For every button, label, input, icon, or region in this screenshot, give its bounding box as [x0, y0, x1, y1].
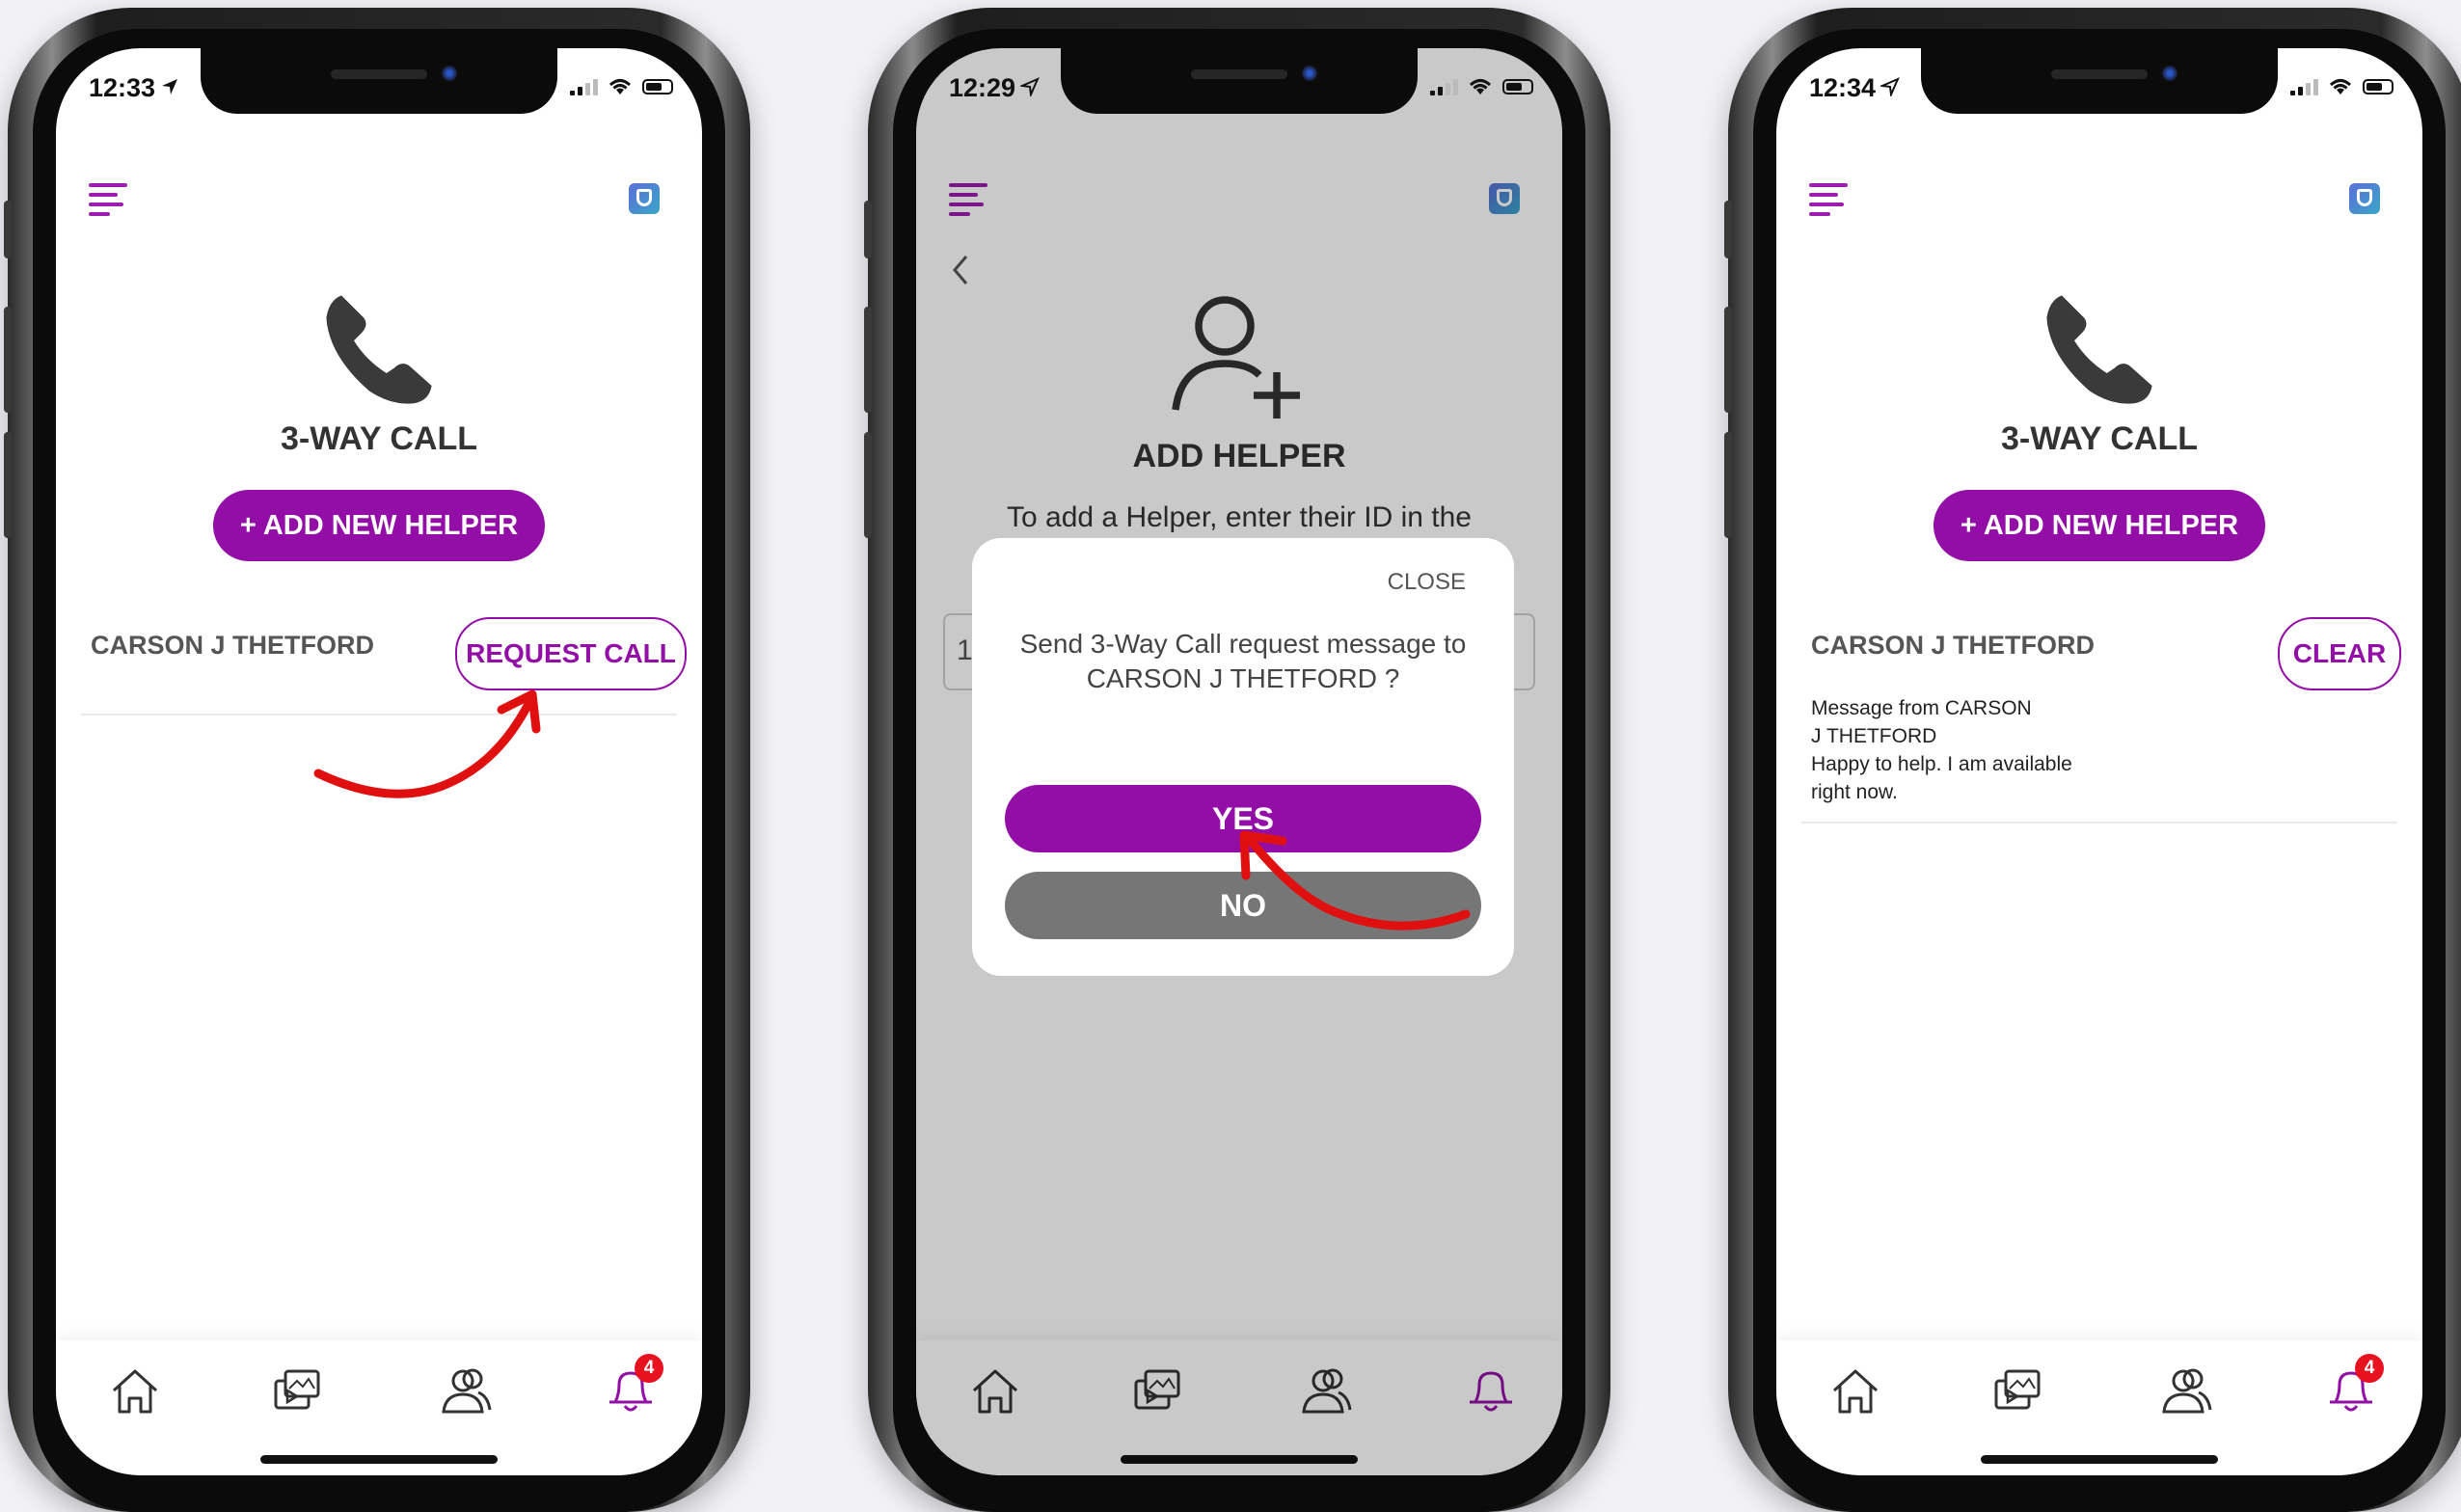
menu-icon[interactable] — [89, 183, 127, 216]
side-button — [1724, 432, 1732, 538]
phone-screen-3: 12:34 3-WAY CALL + ADD NEW HELPER CARSON… — [1776, 48, 2422, 1475]
side-button — [4, 307, 12, 413]
app-shield-icon[interactable] — [629, 183, 660, 214]
side-button — [1724, 307, 1732, 413]
battery-icon — [642, 79, 673, 94]
location-arrow-icon — [162, 79, 177, 94]
notch — [201, 48, 557, 114]
notification-badge: 4 — [2355, 1354, 2384, 1383]
location-arrow-icon — [1880, 77, 1900, 96]
side-button — [864, 432, 872, 538]
tab-bar: 4 — [1776, 1340, 2422, 1475]
dialog-message: Send 3-Way Call request message to CARSO… — [1019, 629, 1467, 693]
annotation-arrow — [1239, 830, 1471, 931]
close-button[interactable]: CLOSE — [1388, 569, 1466, 596]
location-arrow-icon — [1020, 77, 1040, 96]
signal-icon — [2290, 78, 2318, 95]
helper-name: CARSON J THETFORD — [91, 631, 375, 660]
battery-icon — [2363, 79, 2393, 94]
wifi-icon — [2329, 79, 2352, 94]
wifi-icon — [608, 79, 632, 94]
status-time: 12:33 — [89, 73, 156, 102]
media-icon[interactable] — [1988, 1362, 2046, 1419]
wifi-icon — [1469, 79, 1492, 94]
phone-screen-2: 12:29 ADD HELPER To add a Helper, enter … — [916, 48, 1562, 1475]
page-title: 3-WAY CALL — [2000, 420, 2199, 457]
notch — [1061, 48, 1418, 114]
app-shield-icon[interactable] — [2349, 183, 2380, 214]
divider — [1801, 822, 2397, 824]
signal-icon — [570, 78, 598, 95]
side-button — [1724, 201, 1732, 258]
message-line: right now. — [1811, 781, 1898, 803]
side-button — [864, 307, 872, 413]
people-icon[interactable] — [2156, 1362, 2214, 1419]
home-icon[interactable] — [1826, 1362, 1884, 1419]
tab-bar: 4 — [56, 1340, 702, 1475]
clear-button[interactable]: CLEAR — [2278, 617, 2401, 690]
helper-name: CARSON J THETFORD — [1811, 631, 2096, 660]
home-indicator — [260, 1455, 498, 1464]
notch — [1921, 48, 2278, 114]
signal-icon — [1430, 78, 1458, 95]
notification-badge: 4 — [635, 1354, 663, 1383]
phone-frame-2: 12:29 ADD HELPER To add a Helper, enter … — [864, 8, 1610, 1512]
notifications-tab[interactable]: 4 — [2322, 1354, 2384, 1419]
page-title: 3-WAY CALL — [280, 420, 478, 457]
home-icon[interactable] — [106, 1362, 164, 1419]
people-icon[interactable] — [436, 1362, 494, 1419]
phone-call-icon — [2046, 295, 2152, 404]
side-button — [864, 201, 872, 258]
battery-icon — [1502, 79, 1533, 94]
media-icon[interactable] — [268, 1362, 326, 1419]
message-line: J THETFORD — [1811, 725, 1937, 747]
notifications-tab[interactable]: 4 — [602, 1354, 663, 1419]
add-new-helper-button[interactable]: + ADD NEW HELPER — [1934, 490, 2265, 561]
helper-message: Message from CARSON J THETFORD Happy to … — [1811, 694, 2120, 806]
status-time: 12:29 — [949, 73, 1016, 102]
home-indicator — [1981, 1455, 2218, 1464]
side-button — [4, 432, 12, 538]
message-line: Happy to help. I am available — [1811, 753, 2072, 775]
annotation-arrow — [313, 689, 541, 798]
phone-frame-3: 12:34 3-WAY CALL + ADD NEW HELPER CARSON… — [1724, 8, 2461, 1512]
phone-call-icon — [326, 295, 432, 404]
menu-icon[interactable] — [1809, 183, 1848, 216]
side-button — [4, 201, 12, 258]
add-new-helper-button[interactable]: + ADD NEW HELPER — [213, 490, 545, 561]
status-time: 12:34 — [1809, 73, 1877, 102]
message-line: Message from CARSON — [1811, 697, 2032, 719]
